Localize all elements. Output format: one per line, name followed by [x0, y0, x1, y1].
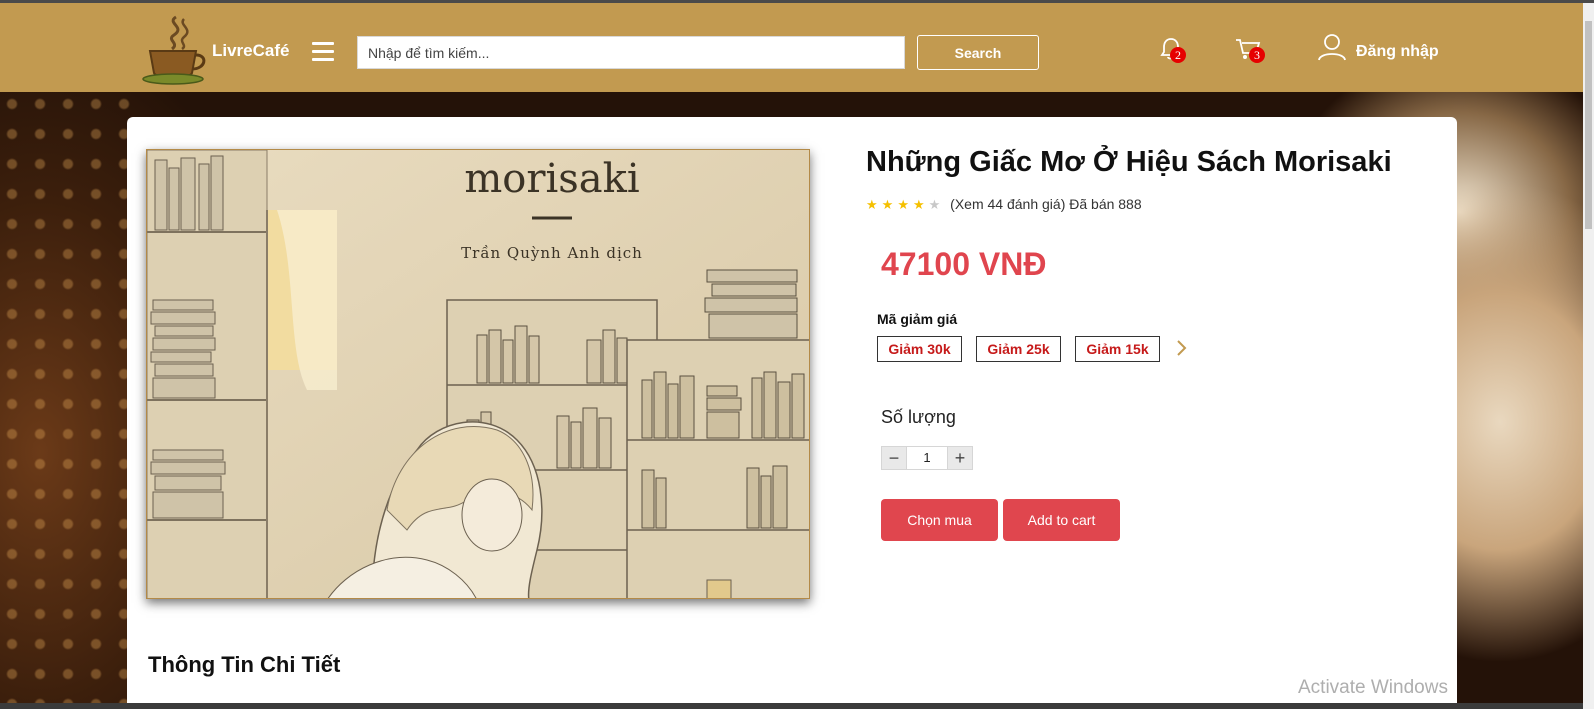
quantity-label: Số lượng [881, 407, 956, 427]
rating-text[interactable]: (Xem 44 đánh giá) Đã bán 888 [950, 196, 1141, 212]
book-cover-illustration: morisaki Trần Quỳnh Anh dịch [147, 150, 809, 598]
star-icon: ★ [897, 197, 913, 212]
coupon-30k[interactable]: Giảm 30k [877, 336, 962, 362]
vertical-scrollbar[interactable] [1583, 3, 1594, 709]
star-icon: ★ [866, 197, 882, 212]
details-section-title: Thông Tin Chi Tiết [148, 652, 341, 677]
buy-now-button[interactable]: Chọn mua [881, 499, 998, 541]
coupon-15k[interactable]: Giảm 15k [1075, 336, 1160, 362]
search-button[interactable]: Search [917, 35, 1039, 70]
add-to-cart-button[interactable]: Add to cart [1003, 499, 1120, 541]
search-input[interactable] [357, 36, 905, 69]
cover-translator-text: Trần Quỳnh Anh dịch [461, 244, 643, 262]
quantity-plus-button[interactable]: + [947, 446, 973, 470]
login-label: Đăng nhập [1356, 43, 1439, 60]
background-bokeh [0, 92, 130, 709]
user-icon [1318, 34, 1346, 61]
taskbar-edge [0, 703, 1583, 709]
rating-row: ★★★★★ (Xem 44 đánh giá) Đã bán 888 [866, 196, 1142, 213]
coupon-label: Mã giảm giá [877, 311, 958, 327]
quantity-minus-button[interactable]: − [881, 446, 907, 470]
star-icon: ★ [912, 197, 929, 212]
star-icon: ★ [881, 197, 898, 212]
cart-badge: 3 [1249, 47, 1265, 63]
activate-windows-watermark: Activate Windows [1298, 677, 1448, 698]
star-empty-icon: ★ [928, 197, 945, 212]
cover-title-text: morisaki [464, 156, 639, 202]
scrollbar-thumb[interactable] [1585, 21, 1592, 229]
product-cover-image[interactable]: morisaki Trần Quỳnh Anh dịch [146, 149, 810, 599]
coffee-cup-logo[interactable] [136, 13, 210, 87]
quantity-input[interactable]: 1 [907, 446, 947, 470]
notifications-badge: 2 [1170, 47, 1186, 63]
notifications-button[interactable]: 2 [1160, 37, 1186, 65]
coupon-25k[interactable]: Giảm 25k [976, 336, 1061, 362]
brand-name[interactable]: LivreCafé [212, 41, 289, 61]
site-header: LivreCafé Search 2 3 Đăng nhập [0, 3, 1594, 92]
product-price: 47100 VNĐ [881, 246, 1047, 282]
hamburger-icon[interactable] [312, 42, 334, 61]
product-title: Những Giấc Mơ Ở Hiệu Sách Morisaki [866, 146, 1392, 178]
rating-stars: ★★★★★ [866, 197, 944, 213]
cart-button[interactable]: 3 [1235, 37, 1265, 65]
chevron-right-icon[interactable] [1175, 338, 1189, 358]
